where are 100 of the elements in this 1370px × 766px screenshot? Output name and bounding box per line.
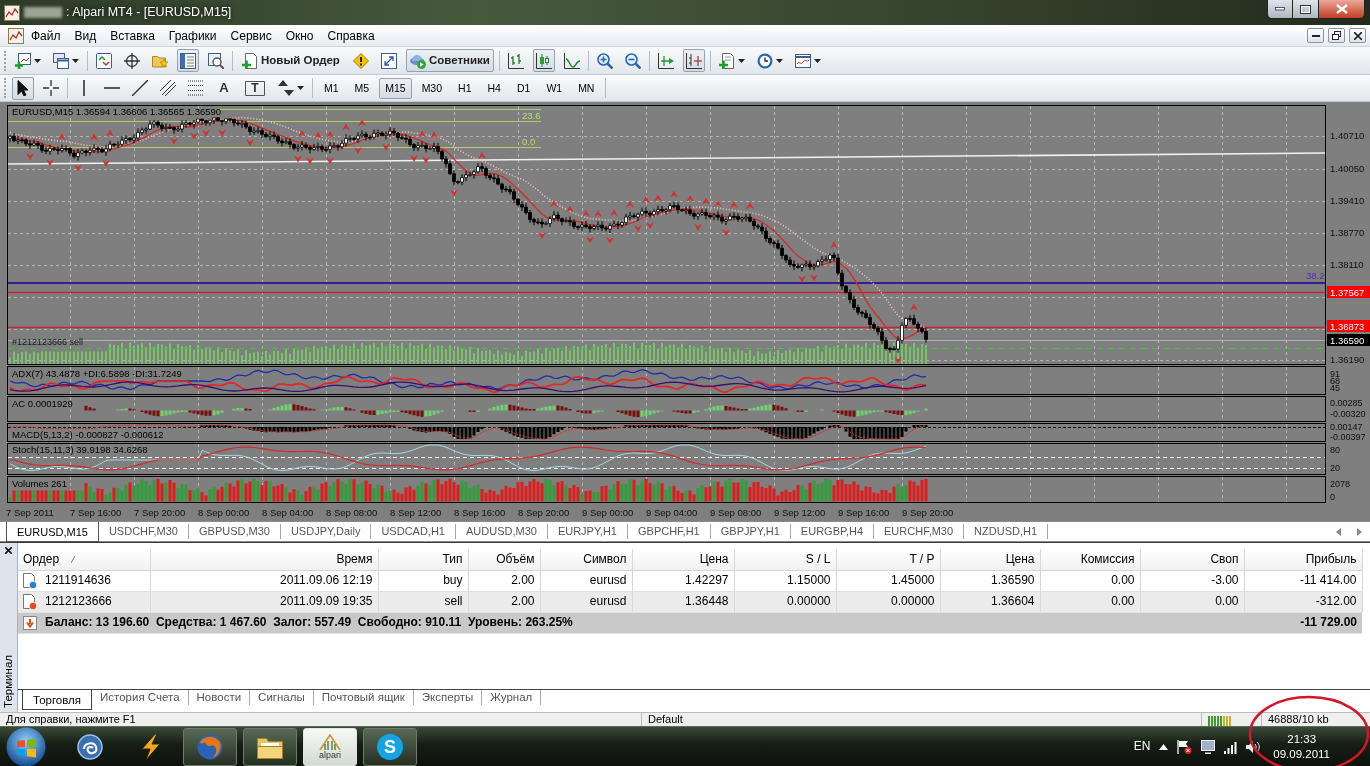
terminal-tab[interactable]: История Счета: [92, 690, 189, 705]
column-header[interactable]: Символ: [540, 549, 632, 570]
time-label: 8 Sep 08:00: [326, 507, 378, 518]
restore-button[interactable]: [1328, 28, 1345, 43]
column-header[interactable]: Своп: [1140, 549, 1244, 570]
chart-tab[interactable]: EURUSD,M15: [6, 522, 99, 542]
close-button[interactable]: [1319, 0, 1365, 19]
minimize-icon: [1275, 7, 1285, 11]
template-icon: [794, 52, 811, 69]
close-button[interactable]: [1349, 28, 1366, 43]
table-cell: 2011.09.06 12:19: [150, 570, 378, 591]
period-button[interactable]: D1: [510, 77, 537, 99]
column-header[interactable]: Цена: [632, 549, 734, 570]
globe-icon: [197, 733, 223, 760]
period-button[interactable]: H4: [481, 77, 507, 99]
column-header[interactable]: Ордер: [18, 549, 150, 570]
chart-tab[interactable]: GBPUSD,M30: [189, 524, 281, 539]
chart-tab[interactable]: GBPCHF,H1: [628, 524, 711, 539]
column-header[interactable]: S / L: [734, 549, 836, 570]
clock-button[interactable]: 21:33 09.09.2011: [1269, 731, 1334, 762]
minimize-icon: [1311, 34, 1320, 37]
account-summary: Баланс: 13 196.60 Средства: 1 467.60 Залог: 557.49 Свободно: 910.11 Уровень: 263.25%: [45, 615, 573, 630]
time-label: 8 Sep 04:00: [262, 507, 314, 518]
menu-item[interactable]: Файл: [24, 25, 68, 46]
order-number: 1212123666: [45, 593, 112, 608]
column-header[interactable]: Тип: [378, 549, 468, 570]
chart-tab[interactable]: NZDUSD,H1: [964, 524, 1049, 539]
start-button[interactable]: [6, 726, 46, 766]
terminal-tab[interactable]: Журнал: [482, 690, 542, 705]
menu-item[interactable]: Справка: [320, 25, 382, 46]
flag-icon[interactable]: [1177, 739, 1193, 754]
taskbar-button[interactable]: alpari: [303, 727, 357, 766]
chart-tab[interactable]: EURJPY,H1: [547, 524, 628, 539]
close-icon[interactable]: [5, 547, 12, 554]
order-number: 1211914636: [45, 572, 111, 587]
terminal-tab[interactable]: Торговля: [22, 690, 93, 710]
chart-tab[interactable]: EURCHF,M30: [874, 524, 965, 539]
menu-item[interactable]: Окно: [278, 25, 321, 46]
maximize-button[interactable]: [1293, 0, 1319, 19]
scroll-left-icon[interactable]: [1336, 527, 1341, 536]
menu-item[interactable]: Графики: [161, 25, 224, 46]
scale-label: 0.00285: [1330, 398, 1363, 408]
language-indicator[interactable]: EN: [1133, 739, 1151, 754]
blurred-area: [24, 7, 62, 18]
table-cell: 0.00000: [734, 591, 836, 612]
period-button[interactable]: M15: [379, 77, 412, 99]
chart-tab[interactable]: USDCAD,H1: [371, 524, 456, 539]
taskbar-button[interactable]: [243, 727, 297, 766]
maximize-icon: [1300, 4, 1311, 14]
column-header[interactable]: Время: [150, 549, 378, 570]
price-label: 1.36190: [1330, 354, 1365, 365]
chart-tab[interactable]: EURGBP,H4: [790, 524, 874, 539]
terminal-tab[interactable]: Почтовый ящик: [313, 690, 414, 705]
column-header[interactable]: Прибыль: [1244, 549, 1362, 570]
experts-button[interactable]: Советники: [405, 49, 494, 72]
chart-tab[interactable]: GBPJPY,H1: [710, 524, 791, 539]
period-button[interactable]: W1: [540, 77, 569, 99]
period-button[interactable]: M5: [348, 77, 376, 99]
window-title: : Alpari MT4 - [EURUSD,M15]: [66, 5, 232, 20]
column-header[interactable]: Цена: [940, 549, 1040, 570]
speaker-icon[interactable]: [1246, 739, 1261, 754]
table-cell: -11 414.00: [1244, 570, 1362, 591]
column-header[interactable]: T / P: [836, 549, 940, 570]
minimize-button[interactable]: [1307, 28, 1324, 43]
monitor-icon[interactable]: [1201, 739, 1216, 754]
chart-tab[interactable]: USDJPY,Daily: [280, 524, 372, 539]
chart-tab[interactable]: AUDUSD,M30: [456, 524, 548, 539]
menu-item[interactable]: Вид: [67, 25, 104, 46]
up-arrow-icon[interactable]: [1159, 743, 1169, 750]
price-tag: 1.36590: [1327, 334, 1370, 346]
chart-window-icon: [8, 27, 24, 44]
column-header[interactable]: Объём: [468, 549, 540, 570]
period-button[interactable]: M30: [415, 77, 449, 99]
app-logo: S: [377, 733, 403, 760]
menu-item[interactable]: Сервис: [223, 25, 279, 46]
terminal-tab[interactable]: Новости: [188, 690, 251, 705]
text-label-button[interactable]: T: [244, 79, 266, 97]
order-row[interactable]: 1211914636 2011.09.06 12:19 buy 2.00 eurusd 1.42297 1.15000 1.45000 1.36590 0.00 -3.00 -11 414.00: [18, 570, 1362, 591]
chart-tab[interactable]: USDCHF,M30: [98, 524, 189, 539]
column-header[interactable]: Комиссия: [1040, 549, 1140, 570]
add-indicator-icon: [718, 52, 735, 69]
new-order-button[interactable]: Новый Ордер: [238, 49, 344, 72]
price-label: 1.38110: [1330, 259, 1364, 270]
price-tag: 1.37567: [1327, 286, 1370, 298]
period-button[interactable]: MN: [572, 77, 601, 99]
scroll-right-icon[interactable]: [1357, 527, 1362, 536]
table-cell: 0.00: [1140, 591, 1244, 612]
text-tool-button[interactable]: A: [213, 76, 235, 100]
price-tag: 1.36873: [1327, 320, 1370, 332]
scale-label: 0.00147: [1330, 422, 1363, 432]
total-profit: -11 729.00: [1244, 612, 1362, 633]
terminal-tab[interactable]: Эксперты: [413, 690, 483, 705]
table-cell: 1.36604: [940, 591, 1040, 612]
terminal-tab[interactable]: Сигналы: [250, 690, 314, 705]
menu-item[interactable]: Вставка: [103, 25, 162, 46]
signal-bars-icon[interactable]: [1224, 739, 1238, 754]
order-row[interactable]: 1212123666 2011.09.09 19:35 sell 2.00 eurusd 1.36448 0.00000 0.00000 1.36604 0.00 0.00 -312.00: [18, 591, 1362, 612]
period-button[interactable]: H1: [452, 77, 478, 99]
minimize-button[interactable]: [1267, 0, 1293, 19]
period-button[interactable]: M1: [318, 77, 345, 99]
